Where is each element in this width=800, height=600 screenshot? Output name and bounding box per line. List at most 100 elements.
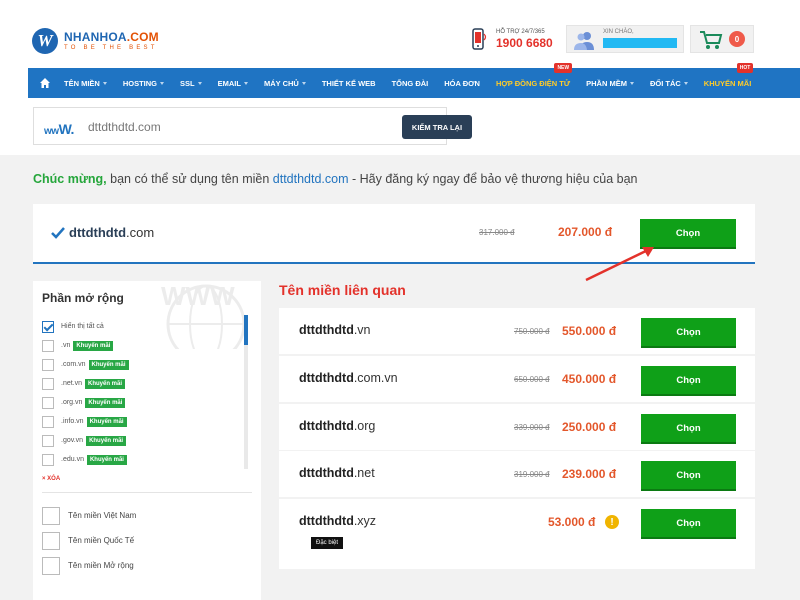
extension-row[interactable]: .edu.vn Khuyến mãi (42, 450, 238, 469)
user-greeting: XIN CHÀO, (603, 29, 634, 35)
warning-icon[interactable]: ! (605, 515, 619, 529)
extension-list: Hiển thị tất cả .vn Khuyến mãi .com.vn Khuy… (42, 317, 238, 469)
home-icon[interactable] (40, 78, 50, 88)
check-icon (51, 227, 65, 239)
promo-badge: Khuyến mãi (86, 454, 127, 465)
scroll-thumb[interactable] (244, 315, 248, 345)
nav-item[interactable]: KHUYẾN MÃI HOT (703, 63, 754, 98)
nav-item[interactable]: HOSTING (122, 68, 165, 98)
select-related-domain-button[interactable]: Chọn (641, 461, 736, 489)
show-all-label: Hiển thị tất cả (61, 323, 104, 330)
category-row[interactable]: Tên miền Quốc Tế (42, 528, 136, 553)
related-domains-title: Tên miền liên quan (279, 282, 406, 298)
sidebar-title: Phần mở rộng (42, 291, 124, 305)
related-domain-row: dttdthdtd.com.vn 650.000 đ 450.000 đ Chọn (279, 356, 755, 402)
extension-checkbox[interactable] (42, 415, 54, 428)
related-domain-name: dttdthdtd.org (299, 419, 376, 433)
chevron-down-icon (160, 81, 165, 85)
main-old-price: 317.000 đ (479, 228, 515, 237)
related-old-price: 319.000 đ (514, 470, 550, 479)
chevron-down-icon (301, 81, 306, 85)
extension-list-scrollbar[interactable] (244, 315, 248, 469)
nav-item-label: EMAIL (217, 78, 241, 88)
extension-row[interactable]: .vn Khuyến mãi (42, 336, 238, 355)
category-row[interactable]: Tên miền Mở rộng (42, 553, 136, 578)
category-label: Tên miền Quốc Tế (68, 536, 135, 545)
category-row[interactable]: Tên miền Việt Nam (42, 503, 136, 528)
chevron-down-icon (683, 81, 688, 85)
extension-checkbox[interactable] (42, 396, 54, 409)
hotline-number: 1900 6680 (496, 36, 553, 50)
related-new-price: 450.000 đ (562, 372, 617, 386)
nav-item-label: HOSTING (122, 78, 158, 88)
recheck-button[interactable]: KIỂM TRA LẠI (402, 115, 472, 139)
extension-checkbox[interactable] (42, 434, 54, 447)
extension-row[interactable]: .com.vn Khuyến mãi (42, 355, 238, 374)
extension-checkbox[interactable] (42, 339, 54, 352)
nav-item[interactable]: HỢP ĐỒNG ĐIỆN TỬ NEW (495, 63, 573, 98)
select-related-domain-button[interactable]: Chọn (641, 509, 736, 537)
cart-box[interactable]: 0 (690, 25, 754, 53)
nav-item[interactable]: TÊN MIỀN (64, 68, 107, 98)
category-checkbox[interactable] (42, 556, 60, 575)
logo-tagline: TO BE THE BEST (64, 45, 158, 51)
extension-row[interactable]: .net.vn Khuyến mãi (42, 374, 238, 393)
nav-item[interactable]: PHẦN MỀM (586, 68, 634, 98)
related-domain-name: dttdthdtd.net (299, 466, 375, 480)
nav-badge: HOT (736, 63, 754, 73)
extension-row[interactable]: .gov.vn Khuyến mãi (42, 431, 238, 450)
nav-item-label: TỔNG ĐÀI (391, 78, 429, 88)
select-related-domain-button[interactable]: Chọn (641, 414, 736, 442)
svg-text:WWW: WWW (161, 281, 235, 311)
nav-item[interactable]: SSL (180, 68, 202, 98)
logo-name: NHANHOA (64, 30, 127, 44)
extension-row[interactable]: .org.vn Khuyến mãi (42, 393, 238, 412)
nav-item-label: HỢP ĐỒNG ĐIỆN TỬ (495, 78, 571, 88)
nav-item-label: KHUYẾN MÃI (703, 78, 752, 88)
clear-filter-link[interactable]: × XÓA (42, 476, 60, 482)
related-new-price: 250.000 đ (562, 420, 617, 434)
select-related-domain-button[interactable]: Chọn (641, 318, 736, 346)
category-checkbox[interactable] (42, 531, 60, 550)
related-old-price: 650.000 đ (514, 375, 550, 384)
chevron-down-icon (629, 81, 634, 85)
extension-filter-sidebar: WWW Phần mở rộng Hiển thị tất cả .vn Khuy… (33, 281, 261, 600)
chevron-down-icon (243, 81, 248, 85)
nav-item[interactable]: THIẾT KẾ WEB (322, 68, 376, 98)
nav-item[interactable]: MÁY CHỦ (264, 68, 306, 98)
logo[interactable]: W NHANHOA.COM TO BE THE BEST (32, 28, 159, 54)
extension-label: .edu.vn (61, 456, 84, 463)
extension-checkbox[interactable] (42, 358, 54, 371)
domain-search-input[interactable] (88, 117, 368, 137)
related-new-price: 239.000 đ (562, 467, 617, 481)
nav-item[interactable]: ĐỐI TÁC (650, 68, 688, 98)
related-domain-row: dttdthdtd.xyz 53.000 đ! Đặc biệt Chọn (279, 499, 755, 569)
category-checkbox[interactable] (42, 506, 60, 525)
promo-badge: Khuyến mãi (85, 397, 126, 408)
extension-label: .vn (61, 342, 71, 349)
promo-badge: Khuyến mãi (88, 359, 129, 370)
hotline[interactable]: HỖ TRỢ 24/7/365 1900 6680 (472, 28, 553, 50)
nav-item-label: ĐỐI TÁC (649, 78, 681, 88)
hotline-label: HỖ TRỢ 24/7/365 (496, 29, 545, 35)
nav-item-label: TÊN MIỀN (64, 78, 100, 88)
nav-item[interactable]: TỔNG ĐÀI (392, 68, 429, 98)
extension-checkbox[interactable] (42, 453, 54, 466)
user-account-box[interactable]: XIN CHÀO, (566, 25, 684, 53)
chevron-down-icon (197, 81, 202, 85)
show-all-row[interactable]: Hiển thị tất cả (42, 317, 238, 336)
extension-checkbox[interactable] (42, 377, 54, 390)
nav-item[interactable]: HÓA ĐƠN (444, 68, 480, 98)
related-domain-name: dttdthdtd.vn (299, 323, 371, 337)
special-tag: Đặc biệt (311, 537, 344, 549)
www-prefix: wwW. (44, 121, 74, 137)
congrats-highlight: Chúc mừng, (33, 172, 107, 186)
category-label: Tên miền Việt Nam (68, 511, 137, 520)
show-all-checkbox[interactable] (42, 320, 54, 333)
nav-item-label: PHẦN MỀM (586, 78, 627, 88)
select-related-domain-button[interactable]: Chọn (641, 366, 736, 394)
nav-item-label: THIẾT KẾ WEB (321, 78, 376, 88)
nav-item[interactable]: EMAIL (218, 68, 248, 98)
nav-badge: NEW (554, 63, 573, 73)
extension-row[interactable]: .info.vn Khuyến mãi (42, 412, 238, 431)
